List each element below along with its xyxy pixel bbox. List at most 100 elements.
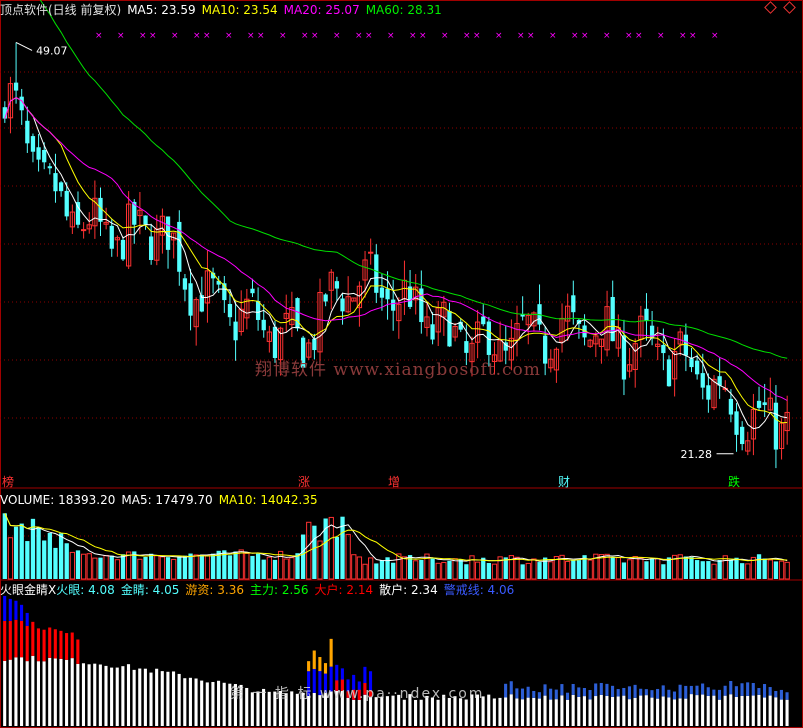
watermark-main: 翔博软件 www.xiangbosoft.com (255, 360, 541, 380)
dahu-bar (65, 633, 69, 660)
candle-down (334, 281, 340, 289)
volume-bar-down (25, 541, 30, 579)
jingjie-bar (695, 685, 699, 696)
volume-bar-down (261, 559, 266, 579)
sanhu-bar (132, 669, 136, 726)
sanhu-bar (605, 695, 609, 726)
candle-down (323, 294, 328, 302)
volume-bar-up (351, 554, 357, 580)
ma60-line (39, 0, 788, 359)
volume-bar-down (30, 518, 36, 579)
volume-bar-up (435, 562, 441, 580)
jingjie-bar (14, 600, 18, 620)
sanhu-bar (104, 665, 108, 726)
jingjie-bar (639, 688, 643, 696)
sanhu-bar (126, 664, 131, 726)
candle-down (689, 358, 694, 368)
sanhu-bar (768, 695, 772, 726)
candle-down (666, 359, 672, 387)
sanhu-bar (549, 699, 553, 726)
jinjing-label: 金睛: 4.05 (120, 583, 180, 597)
signal-x-mark: × (571, 31, 579, 41)
volume-bar-down (464, 564, 469, 579)
dahu-bar (25, 625, 29, 662)
sanhu-bar (644, 695, 648, 726)
sanhu-label: 散户: 2.34 (379, 583, 438, 597)
sanhu-bar (678, 698, 682, 726)
candle-down (447, 310, 452, 347)
candle-down (610, 297, 615, 342)
signal-x-mark: × (689, 31, 697, 41)
jingjie-bar (3, 595, 7, 621)
volume-bar-down (210, 553, 216, 579)
volume-bar-down (666, 557, 672, 579)
volume-bar-up (615, 557, 621, 580)
sanhu-bar (121, 666, 125, 726)
volume-bar-down (53, 547, 58, 579)
volume-bar-up (92, 557, 98, 580)
volume-bar-up (413, 560, 419, 580)
dahu-bar (3, 620, 7, 661)
volume-bar-down (177, 556, 182, 579)
youzi-bar (318, 657, 322, 672)
signal-x-mark: × (247, 31, 255, 41)
volume-bar-down (98, 557, 103, 579)
jingjie-bar (554, 689, 558, 700)
sanhu-bar (76, 663, 80, 726)
volume-bar-up (193, 554, 199, 580)
volume-bar-up (784, 561, 790, 580)
volume-bar-up (491, 563, 498, 580)
volume-bar-down (182, 555, 188, 579)
volume-bar-down (295, 553, 300, 579)
jingjie-bar (740, 683, 744, 696)
sanhu-bar (774, 697, 778, 726)
jingjie-bar (633, 684, 637, 698)
volume-bar-down (13, 526, 19, 579)
dahu-bar (76, 639, 80, 664)
jingjie-bar (627, 686, 631, 700)
volume-bar-down (756, 554, 762, 579)
signal-label: 榜 (2, 474, 14, 489)
volume-bar-down (520, 564, 525, 579)
volume-bar-down (255, 553, 261, 579)
volume-bar-down (199, 554, 204, 579)
volume-bar-down (250, 555, 255, 579)
volume-bar-down (700, 561, 705, 579)
sanhu-bar (188, 677, 192, 726)
sanhu-bar (515, 698, 519, 726)
jingjie-bar (774, 690, 778, 698)
candle-down (149, 236, 154, 260)
jingjie-bar (723, 685, 727, 696)
signal-x-mark: × (95, 31, 103, 41)
youzi-label: 游资: 3.36 (185, 583, 244, 597)
volume-bar-down (2, 513, 7, 579)
volume-bar-up (362, 563, 368, 580)
candle-down (661, 344, 666, 354)
sanhu-bar (357, 699, 361, 726)
volume-ma5-label: MA5: 17479.70 (121, 493, 213, 507)
candle-down (42, 150, 47, 163)
candle-down (272, 326, 278, 358)
jingjie-bar (504, 683, 508, 698)
sanhu-bar (650, 697, 654, 726)
volume-bar-up (137, 558, 143, 580)
sanhu-bar (464, 699, 468, 726)
candle-down (773, 402, 779, 450)
volume-bar-down (740, 563, 745, 579)
volume-bar-down (706, 561, 711, 579)
signal-x-mark: × (549, 31, 557, 41)
sanhu-bar (211, 681, 215, 726)
volume-bar-up (767, 559, 773, 580)
volume-bar-up (548, 561, 554, 580)
volume-bar-up (441, 561, 447, 580)
signal-x-mark: × (473, 31, 481, 41)
signal-x-mark: × (149, 31, 157, 41)
volume-bar-up (159, 556, 166, 580)
dahu-bar (53, 629, 57, 659)
sanhu-bar (532, 697, 536, 726)
jingjie-bar (672, 691, 677, 700)
signal-x-mark: × (657, 31, 665, 41)
candle-down (53, 173, 58, 192)
sanhu-bar (42, 661, 46, 726)
jingjie-bar (712, 689, 716, 696)
